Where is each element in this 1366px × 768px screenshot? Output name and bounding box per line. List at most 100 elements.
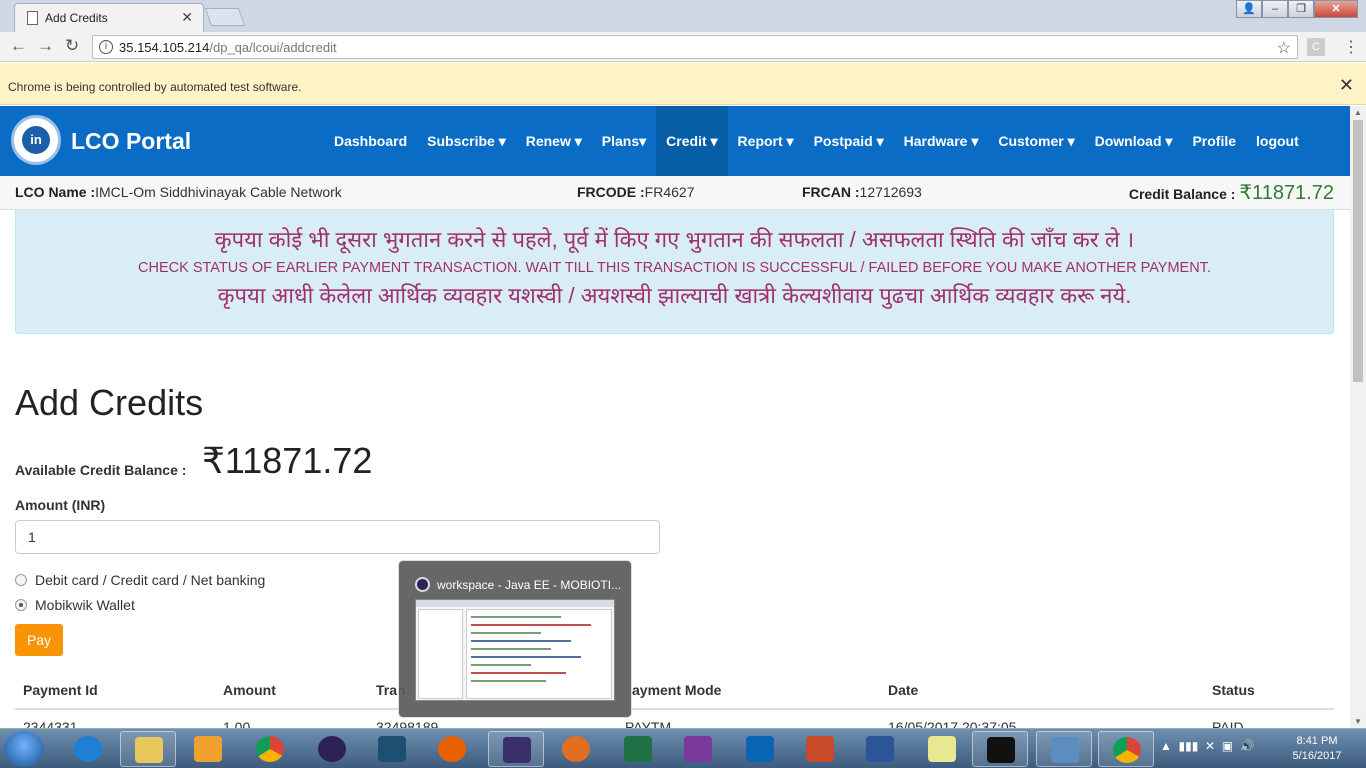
page-icon xyxy=(27,11,38,25)
eclipse-icon[interactable] xyxy=(304,731,360,767)
taskbar-clock[interactable]: 8:41 PM 5/16/2017 xyxy=(1282,734,1352,764)
radio-wallet-option[interactable]: Mobikwik Wallet xyxy=(15,597,135,613)
nav-logout[interactable]: logout xyxy=(1246,106,1309,176)
preview-code-line xyxy=(471,632,541,634)
nav-hardware[interactable]: Hardware ▾ xyxy=(894,106,989,176)
nav-credit[interactable]: Credit ▾ xyxy=(656,106,728,176)
logo-text: in xyxy=(22,126,50,154)
person-icon[interactable]: 👤 xyxy=(1236,0,1262,18)
preview-code-line xyxy=(471,624,591,626)
nav-customer[interactable]: Customer ▾ xyxy=(988,106,1084,176)
preview-code-line xyxy=(471,648,551,650)
chrome-menu-icon[interactable]: ⋮ xyxy=(1343,37,1359,57)
radio-button[interactable] xyxy=(15,574,27,586)
windows-taskbar: ▲ ▮▮▮ ✕ ▣ 🔊 8:41 PM 5/16/2017 xyxy=(0,728,1366,768)
col-payment-mode[interactable]: ayment Mode xyxy=(632,682,721,698)
table-row: 2344331 1.00 32498189 PAYTM 16/05/2017 2… xyxy=(15,711,1334,728)
lco-name: LCO Name :IMCL-Om Siddhivinayak Cable Ne… xyxy=(15,184,342,200)
alert-english-line: CHECK STATUS OF EARLIER PAYMENT TRANSACT… xyxy=(138,260,1211,276)
preview-code-line xyxy=(471,672,566,674)
explorer-icon[interactable] xyxy=(120,731,176,767)
preview-toolbar xyxy=(416,600,614,607)
onenote-icon[interactable] xyxy=(670,731,726,767)
forward-icon[interactable]: → xyxy=(37,36,54,56)
control-panel-icon[interactable] xyxy=(1036,731,1092,767)
chrome-icon[interactable] xyxy=(242,731,298,767)
reload-icon[interactable]: ↻ xyxy=(65,36,79,56)
eclipse-icon xyxy=(415,577,430,592)
url-text[interactable]: 35.154.105.214/dp_qa/lcoui/addcredit xyxy=(119,40,337,55)
top-navbar: in LCO Portal Dashboard Subscribe ▾ Rene… xyxy=(0,106,1350,176)
frcode: FRCODE :FR4627 xyxy=(577,184,695,200)
start-button[interactable] xyxy=(4,731,44,767)
browser-toolbar: ← → ↻ i 35.154.105.214/dp_qa/lcoui/addcr… xyxy=(0,32,1366,62)
cell-payment-mode: PAYTM xyxy=(625,719,672,728)
scroll-down-icon[interactable]: ▼ xyxy=(1354,717,1362,726)
tool-icon[interactable] xyxy=(548,731,604,767)
new-tab-button[interactable] xyxy=(204,8,246,26)
col-amount[interactable]: Amount xyxy=(223,682,276,698)
address-bar[interactable]: i 35.154.105.214/dp_qa/lcoui/addcredit ☆ xyxy=(92,35,1298,59)
nav-postpaid[interactable]: Postpaid ▾ xyxy=(804,106,894,176)
system-tray[interactable]: ▲ ▮▮▮ ✕ ▣ 🔊 xyxy=(1160,739,1255,753)
col-status[interactable]: Status xyxy=(1212,682,1255,698)
nav-subscribe[interactable]: Subscribe ▾ xyxy=(417,106,516,176)
page-scrollbar[interactable]: ▲ ▼ xyxy=(1350,106,1366,728)
browser-tab[interactable]: Add Credits ✕ xyxy=(14,3,204,32)
credit-balance: Credit Balance : ₹11871.72 xyxy=(1128,182,1334,204)
excel-icon[interactable] xyxy=(610,731,666,767)
ie-icon[interactable] xyxy=(60,731,116,767)
credit-balance-value: ₹11871.72 xyxy=(1239,182,1334,204)
nav-dashboard[interactable]: Dashboard xyxy=(324,106,417,176)
taskbar-thumbnail-popup[interactable]: workspace - Java EE - MOBIOTI... xyxy=(398,560,632,718)
amount-input[interactable] xyxy=(15,520,660,554)
pay-button[interactable]: Pay xyxy=(15,624,63,656)
alert-hindi-line: कृपया कोई भी दूसरा भुगतान करने से पहले, … xyxy=(214,227,1135,252)
sticky-notes-icon[interactable] xyxy=(914,731,970,767)
nav-download[interactable]: Download ▾ xyxy=(1085,106,1183,176)
automation-infobar: Chrome is being controlled by automated … xyxy=(0,63,1366,105)
brand-title[interactable]: LCO Portal xyxy=(71,128,191,155)
cell-payment-id: 2344331 xyxy=(23,719,78,728)
cell-status: PAID xyxy=(1212,719,1244,728)
powerpoint-icon[interactable] xyxy=(792,731,848,767)
maximize-button[interactable]: ❐ xyxy=(1288,0,1314,18)
cmd-icon[interactable] xyxy=(972,731,1028,767)
radio-card-option[interactable]: Debit card / Credit card / Net banking xyxy=(15,572,265,588)
nav-report[interactable]: Report ▾ xyxy=(728,106,804,176)
bookmark-star-icon[interactable]: ☆ xyxy=(1277,38,1291,58)
minimize-button[interactable]: – xyxy=(1262,0,1288,18)
word-icon[interactable] xyxy=(852,731,908,767)
tab-title: Add Credits xyxy=(45,11,108,25)
cell-transaction: 32498189 xyxy=(376,719,439,728)
brand-logo[interactable]: in xyxy=(11,115,61,165)
close-window-button[interactable]: ✕ xyxy=(1314,0,1358,18)
preview-code-line xyxy=(471,664,531,666)
java-ee-ide-icon[interactable] xyxy=(488,731,544,767)
browser-tab-strip: Add Credits ✕ 👤 – ❐ ✕ xyxy=(0,0,1366,32)
extension-icon[interactable]: C xyxy=(1307,38,1325,56)
chrome-active-icon[interactable] xyxy=(1098,731,1154,767)
info-icon[interactable]: i xyxy=(99,40,113,54)
close-infobar-icon[interactable]: ✕ xyxy=(1339,75,1354,96)
nav-profile[interactable]: Profile xyxy=(1182,106,1246,176)
firefox-icon[interactable] xyxy=(424,731,480,767)
preview-explorer xyxy=(418,609,463,699)
alert-marathi-line: कृपया आधी केलेला आर्थिक व्यवहार यशस्वी /… xyxy=(217,283,1132,308)
back-icon[interactable]: ← xyxy=(10,36,27,56)
preview-code-line xyxy=(471,640,571,642)
scroll-up-icon[interactable]: ▲ xyxy=(1354,108,1362,117)
window-preview[interactable] xyxy=(415,599,615,701)
infobar-text: Chrome is being controlled by automated … xyxy=(8,80,302,94)
col-date[interactable]: Date xyxy=(888,682,918,698)
nav-plans[interactable]: Plans▾ xyxy=(592,106,656,176)
scrollbar-thumb[interactable] xyxy=(1353,120,1363,382)
close-tab-icon[interactable]: ✕ xyxy=(181,9,193,26)
outlook-icon[interactable] xyxy=(732,731,788,767)
available-balance-value: ₹11871.72 xyxy=(202,440,373,481)
nav-renew[interactable]: Renew ▾ xyxy=(516,106,592,176)
col-payment-id[interactable]: Payment Id xyxy=(23,682,98,698)
media-player-icon[interactable] xyxy=(180,731,236,767)
radio-button-selected[interactable] xyxy=(15,599,27,611)
mysql-icon[interactable] xyxy=(364,731,420,767)
